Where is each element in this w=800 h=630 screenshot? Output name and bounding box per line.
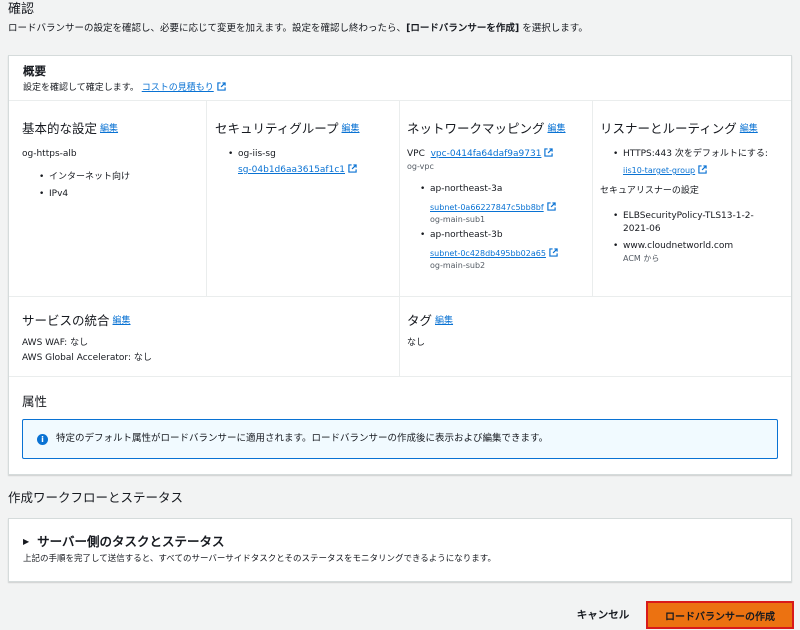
column-divider	[399, 101, 400, 376]
vpc-name: og-vpc	[407, 162, 434, 171]
server-tasks-title: サーバー側のタスクとステータス	[37, 534, 225, 549]
certificate-source: ACM から	[623, 254, 660, 263]
integrations-edit-link[interactable]: 編集	[113, 316, 131, 326]
vpc-row: VPC vpc-0414fa64daf9a9731	[407, 148, 591, 161]
load-balancer-name: og-https-alb	[22, 149, 77, 159]
summary-title: 概要	[23, 64, 46, 78]
list-item: www.cloudnetworld.com ACM から	[610, 240, 788, 265]
list-item: ap-northeast-3a subnet-0a66227847c5bb8bf…	[417, 183, 591, 226]
listener-list: HTTPS:443 次をデフォルトにする: iis10-target-group	[600, 148, 788, 177]
target-group-link[interactable]: iis10-target-group	[623, 166, 695, 175]
page-description: ロードバランサーの設定を確認し、必要に応じて変更を加えます。設定を確認し終わった…	[8, 23, 588, 34]
workflow-title: 作成ワークフローとステータス	[8, 490, 184, 505]
listeners-edit-link[interactable]: 編集	[740, 124, 758, 134]
vpc-id-link[interactable]: vpc-0414fa64daf9a9731	[431, 149, 542, 159]
listeners-title: リスナーとルーティング	[600, 121, 737, 136]
secure-listener-title: セキュアリスナーの設定	[600, 186, 699, 196]
basic-settings-edit-link[interactable]: 編集	[100, 124, 118, 134]
external-link-icon	[698, 165, 707, 174]
list-item: og-iis-sg sg-04b1d6aa3615af1c1	[225, 148, 395, 177]
security-groups-list: og-iis-sg sg-04b1d6aa3615af1c1	[215, 148, 395, 177]
subnet-id-link[interactable]: subnet-0a66227847c5bb8bf	[430, 203, 544, 212]
security-groups-title: セキュリティグループ	[215, 121, 339, 136]
security-policy: ELBSecurityPolicy-TLS13-1-2-2021-06	[623, 211, 754, 234]
network-mapping-edit-link[interactable]: 編集	[548, 124, 566, 134]
security-groups-edit-link[interactable]: 編集	[342, 124, 360, 134]
summary-description: 設定を確認して確定します。 コストの見積もり	[23, 81, 777, 95]
server-tasks-description: 上記の手順を完了して送信すると、すべてのサーバーサイドタスクとそのステータスをモ…	[23, 554, 496, 564]
security-groups-section: セキュリティグループ編集 og-iis-sg sg-04b1d6aa3615af…	[215, 121, 395, 177]
availability-zone: ap-northeast-3a	[430, 184, 503, 194]
subnet-list: ap-northeast-3a subnet-0a66227847c5bb8bf…	[407, 183, 591, 272]
attributes-info-text: 特定のデフォルト属性がロードバランサーに適用されます。ロードバランサーの作成後に…	[56, 433, 549, 444]
basic-settings-list: インターネット向け IPv4	[22, 169, 202, 203]
attributes-info-alert: i 特定のデフォルト属性がロードバランサーに適用されます。ロードバランサーの作成…	[22, 419, 778, 459]
workflow-panel: ▶ サーバー側のタスクとステータス 上記の手順を完了して送信すると、すべてのサーバ…	[8, 518, 792, 582]
info-icon: i	[37, 433, 48, 445]
tags-section: タグ 編集 なし	[407, 313, 767, 350]
external-link-icon	[217, 82, 226, 91]
basic-settings-title: 基本的な設定	[22, 121, 98, 136]
row-divider	[9, 376, 791, 377]
column-divider	[592, 101, 593, 296]
row-divider	[9, 296, 791, 297]
list-item: インターネット向け	[36, 169, 202, 186]
listeners-section: リスナーとルーティング編集 HTTPS:443 次をデフォルトにする: iis1…	[600, 121, 788, 265]
network-mapping-title: ネットワークマッピング	[407, 121, 545, 136]
attributes-section: 属性	[22, 394, 422, 421]
list-item: IPv4	[36, 186, 202, 203]
subnet-id-link[interactable]: subnet-0c428db495bb02a65	[430, 249, 546, 258]
integrations-section: サービスの統合 編集 AWS WAF: なし AWS Global Acceler…	[22, 313, 382, 365]
external-link-icon	[549, 248, 558, 257]
cancel-button[interactable]: キャンセル	[568, 600, 638, 628]
network-mapping-section: ネットワークマッピング 編集 VPC vpc-0414fa64daf9a9731 …	[407, 121, 591, 272]
cost-estimate-link[interactable]: コストの見積もり	[142, 83, 214, 93]
tags-title: タグ	[407, 313, 433, 328]
external-link-icon	[546, 202, 556, 211]
list-item: ap-northeast-3b subnet-0c428db495bb02a65…	[417, 229, 591, 272]
integrations-title: サービスの統合	[22, 313, 110, 328]
subnet-name: og-main-sub2	[430, 261, 486, 270]
server-tasks-expander[interactable]: ▶ サーバー側のタスクとステータス	[23, 534, 777, 550]
page-header: 確認 ロードバランサーの設定を確認し、必要に応じて変更を加えます。設定を確認し終…	[8, 2, 588, 36]
waf-status: AWS WAF: なし	[22, 338, 89, 348]
create-load-balancer-button[interactable]: ロードバランサーの作成	[646, 601, 794, 629]
secure-listener-list: ELBSecurityPolicy-TLS13-1-2-2021-06 www.…	[600, 210, 788, 265]
summary-header: 概要 設定を確認して確定します。 コストの見積もり	[9, 56, 791, 101]
subnet-name: og-main-sub1	[430, 215, 486, 224]
caret-right-icon: ▶	[23, 537, 30, 546]
summary-panel: 概要 設定を確認して確定します。 コストの見積もり 基本的な設定 編集 og-ht…	[8, 55, 792, 475]
availability-zone: ap-northeast-3b	[430, 230, 503, 240]
page-title: 確認	[8, 2, 35, 17]
attributes-title: 属性	[22, 394, 48, 409]
external-link-icon	[544, 148, 554, 157]
tags-edit-link[interactable]: 編集	[435, 316, 453, 326]
list-item: ELBSecurityPolicy-TLS13-1-2-2021-06	[610, 210, 788, 236]
column-divider	[206, 101, 207, 296]
security-group-name: og-iis-sg	[238, 149, 276, 159]
basic-settings-section: 基本的な設定編集 og-https-alb インターネット向け IPv4	[22, 121, 202, 203]
certificate-name: www.cloudnetworld.com	[623, 241, 734, 251]
global-accelerator-status: AWS Global Accelerator: なし	[22, 353, 152, 363]
tags-value: なし	[407, 338, 426, 348]
list-item: HTTPS:443 次をデフォルトにする: iis10-target-group	[610, 148, 788, 177]
listener-protocol: HTTPS:443 次をデフォルトにする:	[623, 149, 768, 159]
external-link-icon	[348, 164, 357, 173]
security-group-id-link[interactable]: sg-04b1d6aa3615af1c1	[238, 165, 345, 175]
